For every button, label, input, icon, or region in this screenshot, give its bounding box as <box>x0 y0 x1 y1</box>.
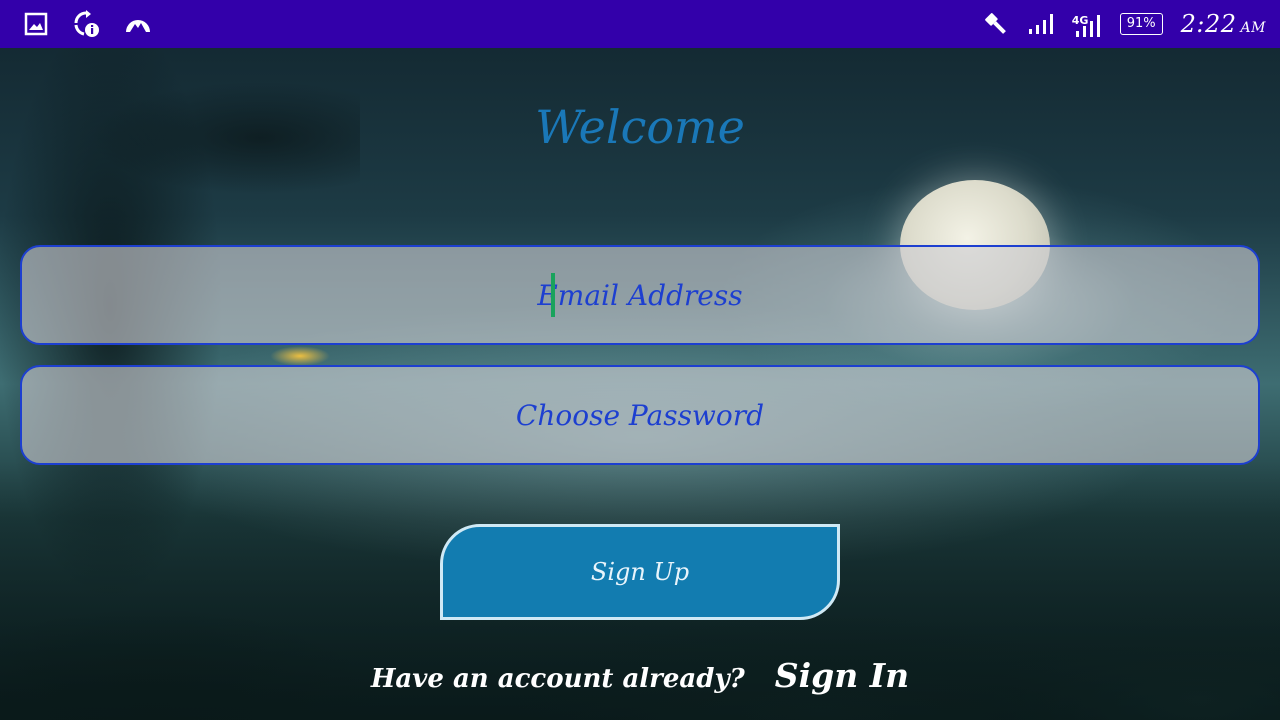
sync-info-icon <box>72 10 100 38</box>
clock-time: 2:22 <box>1180 10 1237 38</box>
clock: 2:22 AM <box>1181 10 1266 38</box>
have-account-text: Have an account already? <box>370 664 745 694</box>
email-field[interactable] <box>22 246 1258 344</box>
gallery-icon <box>24 12 48 36</box>
email-field-container[interactable] <box>20 245 1260 345</box>
sign-in-link[interactable]: Sign In <box>775 656 909 695</box>
flashlight-icon <box>982 10 1010 38</box>
text-cursor <box>551 273 555 317</box>
signal-4g-icon: 4G <box>1072 9 1102 39</box>
clock-ampm: AM <box>1240 20 1266 36</box>
battery-indicator: 91% <box>1119 13 1163 35</box>
sign-up-button[interactable]: Sign Up <box>440 524 840 620</box>
sign-in-prompt: Have an account already? Sign In <box>0 656 1280 695</box>
signal-icon <box>1028 12 1054 36</box>
password-field-container[interactable] <box>20 365 1260 465</box>
vpn-mountain-icon <box>124 12 152 36</box>
status-bar: 4G 91% 2:22 AM <box>0 0 1280 48</box>
network-type-label: 4G <box>1071 14 1089 27</box>
distant-light <box>270 346 330 366</box>
page-title: Welcome <box>535 100 745 154</box>
password-field[interactable] <box>22 366 1258 464</box>
